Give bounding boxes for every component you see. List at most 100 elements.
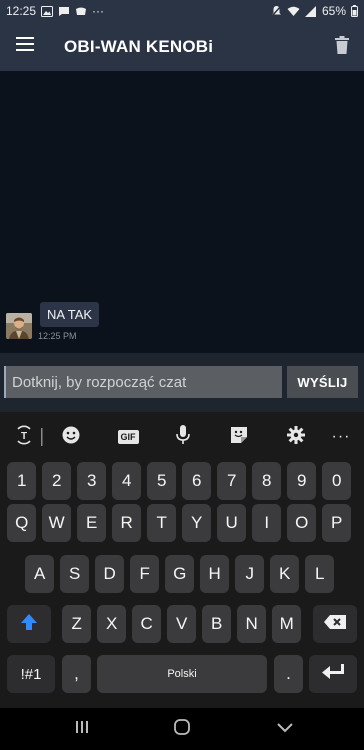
key-4[interactable]: 4: [112, 462, 142, 500]
app-bar: OBI-WAN KENOBi: [0, 22, 364, 71]
key-k[interactable]: K: [270, 555, 300, 593]
comma-key[interactable]: ,: [62, 655, 91, 693]
key-m[interactable]: M: [272, 605, 302, 643]
chat-area[interactable]: NA TAK 12:25 PM: [0, 71, 364, 353]
space-key[interactable]: Polski: [97, 655, 267, 693]
sticker-button[interactable]: [224, 422, 254, 452]
home-icon: [174, 718, 190, 740]
key-label: 9: [296, 471, 307, 490]
key-7[interactable]: 7: [217, 462, 247, 500]
key-x[interactable]: X: [97, 605, 127, 643]
status-time: 12:25: [6, 4, 37, 18]
recent-apps-button[interactable]: [68, 718, 96, 740]
chat-input[interactable]: [4, 366, 282, 398]
symbols-key-label: !#1: [20, 665, 42, 683]
keyboard: T GIF ··· !#1 , Polski . 1 2 3 4 5 6 7 8…: [0, 412, 364, 708]
key-p[interactable]: P: [322, 504, 352, 542]
contact-avatar[interactable]: [6, 313, 32, 339]
key-r[interactable]: R: [112, 504, 142, 542]
navigation-bar: [0, 708, 364, 750]
message-column: NA TAK 12:25 PM: [38, 302, 100, 341]
key-b[interactable]: B: [202, 605, 232, 643]
gif-button[interactable]: GIF: [113, 422, 143, 452]
key-6[interactable]: 6: [182, 462, 212, 500]
period-key[interactable]: .: [274, 655, 303, 693]
message-timestamp: 12:25 PM: [38, 331, 77, 341]
symbols-key[interactable]: !#1: [7, 655, 55, 693]
space-key-label: Polski: [167, 668, 197, 680]
keyboard-settings-button[interactable]: [281, 422, 311, 452]
key-t[interactable]: T: [147, 504, 177, 542]
chat-title: OBI-WAN KENOBi: [64, 36, 214, 56]
menu-button[interactable]: [0, 22, 50, 71]
shift-key[interactable]: [7, 605, 51, 643]
key-u[interactable]: U: [217, 504, 247, 542]
key-0[interactable]: 0: [322, 462, 352, 500]
key-label: 1: [16, 471, 27, 490]
key-label: T: [156, 513, 167, 532]
key-o[interactable]: O: [287, 504, 317, 542]
voice-input-button[interactable]: [168, 422, 198, 452]
message-bubble[interactable]: NA TAK: [40, 302, 100, 327]
more-options-button[interactable]: ···: [326, 422, 356, 452]
shift-arrow-icon: [20, 613, 38, 636]
key-label: F: [139, 564, 150, 583]
key-2[interactable]: 2: [42, 462, 72, 500]
back-button[interactable]: [271, 718, 299, 740]
key-c[interactable]: C: [132, 605, 162, 643]
key-label: O: [295, 513, 309, 532]
settings-icon: [287, 425, 305, 449]
key-f[interactable]: F: [130, 555, 160, 593]
key-label: 4: [121, 471, 132, 490]
key-i[interactable]: I: [252, 504, 282, 542]
key-z[interactable]: Z: [62, 605, 92, 643]
wifi-icon: [287, 6, 300, 17]
key-w[interactable]: W: [42, 504, 72, 542]
key-q[interactable]: Q: [7, 504, 37, 542]
toolbar-divider: [41, 422, 43, 452]
delete-chat-button[interactable]: [330, 34, 354, 60]
key-label: V: [176, 614, 188, 633]
composer-bar: WYŚLIJ: [0, 353, 364, 412]
key-1[interactable]: 1: [7, 462, 37, 500]
key-3[interactable]: 3: [77, 462, 107, 500]
translate-icon: T: [14, 424, 34, 450]
key-5[interactable]: 5: [147, 462, 177, 500]
enter-key[interactable]: [309, 655, 357, 693]
key-h[interactable]: H: [200, 555, 230, 593]
home-button[interactable]: [168, 718, 196, 740]
key-l[interactable]: L: [305, 555, 335, 593]
key-y[interactable]: Y: [182, 504, 212, 542]
mic-icon: [176, 424, 190, 450]
svg-text:T: T: [21, 431, 27, 442]
key-s[interactable]: S: [60, 555, 90, 593]
key-label: 8: [261, 471, 272, 490]
key-label: C: [140, 614, 153, 633]
key-label: 5: [156, 471, 167, 490]
key-label: 6: [191, 471, 202, 490]
key-j[interactable]: J: [235, 555, 265, 593]
key-8[interactable]: 8: [252, 462, 282, 500]
key-n[interactable]: N: [237, 605, 267, 643]
backspace-icon: [324, 614, 346, 634]
backspace-key[interactable]: [313, 605, 357, 643]
key-label: 0: [331, 471, 342, 490]
translate-button[interactable]: T: [8, 422, 40, 452]
battery-percent: 65%: [321, 4, 346, 18]
key-9[interactable]: 9: [287, 462, 317, 500]
key-d[interactable]: D: [95, 555, 125, 593]
send-button[interactable]: WYŚLIJ: [287, 366, 358, 398]
status-bar: 12:25 ··· 65%: [0, 0, 364, 22]
key-label: A: [34, 564, 46, 583]
key-v[interactable]: V: [167, 605, 197, 643]
key-label: L: [314, 564, 325, 583]
emoji-button[interactable]: [56, 422, 86, 452]
status-right: 65%: [271, 4, 358, 18]
keyboard-toolbar: T GIF ···: [0, 422, 364, 452]
key-g[interactable]: G: [165, 555, 195, 593]
key-label: P: [331, 513, 343, 532]
key-label: B: [211, 614, 223, 633]
key-e[interactable]: E: [77, 504, 107, 542]
key-a[interactable]: A: [25, 555, 55, 593]
key-label: Y: [191, 513, 203, 532]
